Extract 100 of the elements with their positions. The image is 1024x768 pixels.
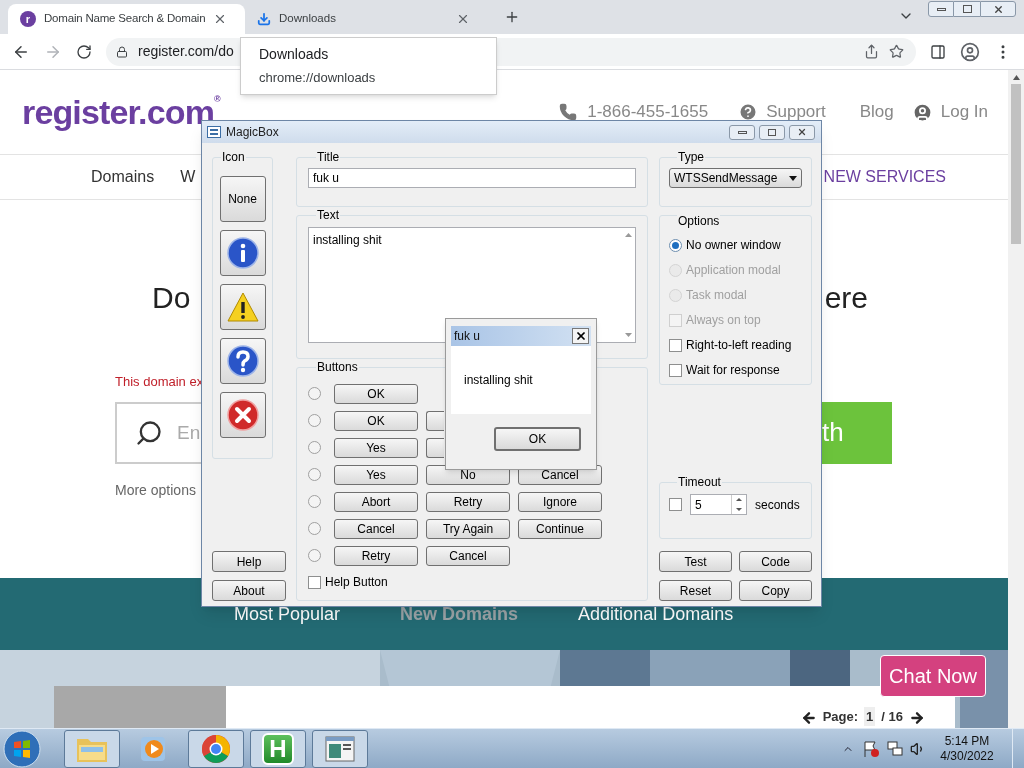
chat-button[interactable]: Chat Now [880,655,986,697]
download-icon [257,12,271,26]
minimize-button[interactable] [928,1,954,17]
taskbar-button[interactable] [312,729,368,768]
preset-button[interactable]: Yes [334,437,418,458]
preset-button[interactable]: Continue [518,518,602,539]
taskbar-button[interactable] [64,729,120,768]
scroll-down-icon[interactable] [624,333,632,337]
group-label: Timeout [677,475,722,489]
preset-button[interactable] [426,437,444,458]
group-label: Icon [221,150,246,164]
radio-button[interactable] [308,387,321,400]
icon-option-button[interactable] [219,338,266,384]
scrollbar[interactable] [1008,70,1024,728]
star-icon[interactable] [889,44,904,59]
type-dropdown[interactable]: WTSSendMessage [669,168,802,188]
lock-icon[interactable] [116,45,128,58]
close-icon [574,330,587,342]
site-logo[interactable]: register.com® [22,92,220,132]
start-orb-icon[interactable] [2,728,42,768]
radio-button[interactable] [308,441,321,454]
pager-label: Page: [822,707,859,726]
flag-icon[interactable] [862,739,880,758]
scroll-up-icon[interactable] [624,233,632,237]
preset-button[interactable]: Yes [334,464,418,485]
question-icon [226,345,259,377]
preset-button[interactable]: Cancel [426,545,510,566]
preset-button[interactable]: Retry [426,491,510,512]
phone-icon [559,103,578,121]
action-button[interactable]: Copy [739,580,812,601]
action-button[interactable]: Test [659,551,732,572]
spin-down-icon[interactable] [736,507,742,511]
preset-button[interactable]: Ignore [518,491,602,512]
user-icon [911,101,933,123]
profile-icon[interactable] [960,41,980,62]
share-icon[interactable] [864,44,879,59]
seconds-label: seconds [755,496,800,514]
checkbox[interactable] [669,338,682,352]
icon-option-button[interactable] [219,284,266,330]
preset-button[interactable]: Abort [334,491,418,512]
radio-button[interactable] [308,522,321,535]
help-icon [738,102,759,122]
timeout-spinner[interactable]: 5 [690,494,747,515]
radio-button[interactable] [308,468,321,481]
ok-button[interactable]: OK [494,427,581,451]
side-button[interactable]: About [212,580,286,601]
close-button[interactable] [789,124,815,140]
radio-button[interactable] [308,414,321,427]
group-label: Buttons [316,360,359,374]
action-button[interactable]: Reset [659,580,732,601]
preset-button[interactable] [426,410,444,431]
preset-button[interactable]: Cancel [334,518,418,539]
side-panel-icon[interactable] [930,43,946,60]
action-button[interactable]: Code [739,551,812,572]
title-field[interactable]: fuk u [308,168,636,188]
side-button[interactable]: Help [212,551,286,572]
nav-link[interactable]: Domains [91,165,155,189]
checkbox-label: Help Button [325,574,388,591]
scroll-thumb[interactable] [1011,84,1021,244]
error-icon [226,399,259,431]
caret-icon[interactable] [789,175,797,181]
close-button[interactable] [572,328,589,344]
radio-button[interactable] [669,238,682,252]
icon-option-button[interactable] [219,230,266,276]
checkbox[interactable] [669,363,682,377]
group-label: Options [677,214,721,228]
login-link[interactable]: Log In [940,99,988,125]
browser-tab[interactable]: Downloads [245,4,482,34]
icon-option-button[interactable] [219,392,266,438]
network-icon[interactable] [886,739,904,758]
next-page-icon[interactable] [909,710,925,726]
previous-page-icon[interactable] [800,710,817,726]
preset-button[interactable]: Try Again [426,518,510,539]
browser-tab[interactable]: r Domain Name Search & Domain [8,4,245,34]
maximize-button[interactable] [759,124,785,140]
option-label: Wait for response [686,362,780,379]
blog-link[interactable]: Blog [859,99,894,125]
new-tab-icon[interactable] [504,9,520,25]
nav-link[interactable]: NEW SERVICES [823,165,946,189]
maximize-button[interactable] [954,1,980,17]
scroll-up-icon[interactable] [1012,74,1020,80]
radio-button[interactable] [308,549,321,562]
reload-icon[interactable] [76,43,92,60]
spin-up-icon[interactable] [736,498,742,502]
preset-button[interactable]: OK [334,410,418,431]
icon-option-button[interactable]: None [219,176,266,222]
message-text: installing shit [464,372,533,389]
close-icon[interactable] [456,12,470,26]
taskbar-button[interactable] [188,729,244,768]
minimize-button[interactable] [729,124,755,140]
group-label: Text [316,208,340,222]
current-page[interactable]: 1 [864,706,876,726]
preset-button[interactable]: OK [334,383,418,404]
preset-button[interactable]: Retry [334,545,418,566]
clock[interactable]: 5:14 PM 4/30/2022 [932,733,1002,764]
checkbox[interactable] [308,575,321,589]
nav-link[interactable]: W [180,165,196,189]
radio-button[interactable] [308,495,321,508]
checkbox[interactable] [669,498,682,511]
option-label: Always on top [686,312,761,329]
